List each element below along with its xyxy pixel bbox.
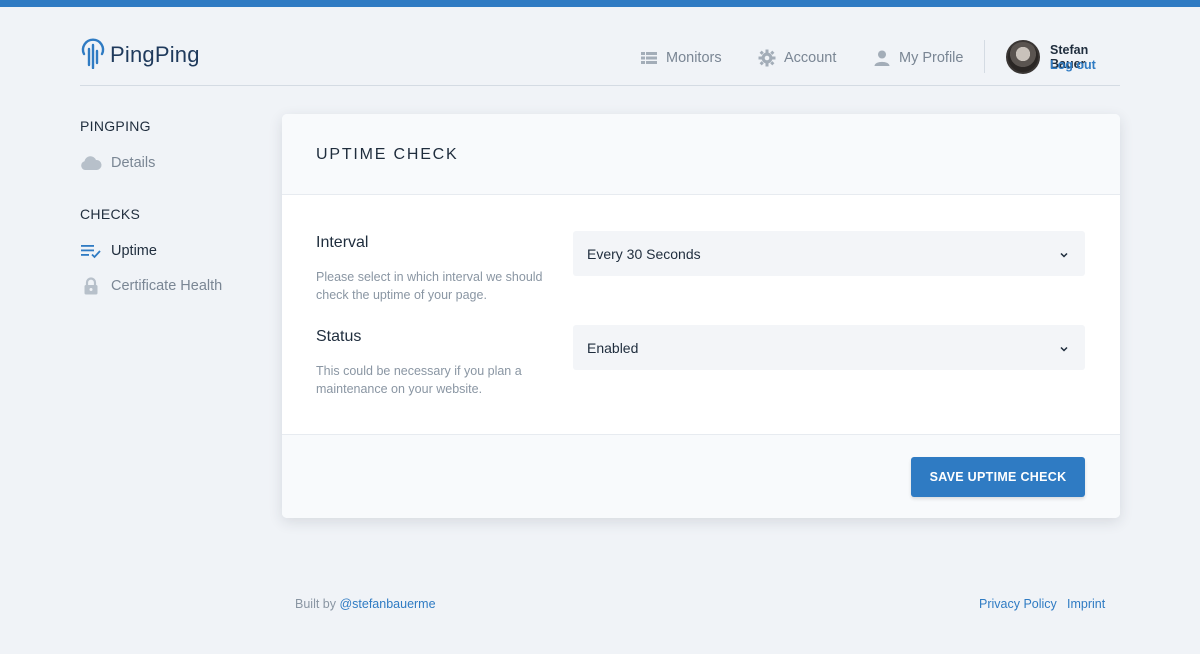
card-title: UPTIME CHECK	[316, 146, 459, 163]
status-select-value: Enabled	[587, 339, 639, 356]
nav-profile-label: My Profile	[899, 50, 964, 66]
card-footer: SAVE UPTIME CHECK	[282, 434, 1120, 518]
footer-credit: Built by @stefanbauerme	[295, 597, 436, 611]
privacy-policy-link[interactable]: Privacy Policy	[979, 597, 1057, 611]
lock-icon	[80, 277, 102, 295]
sidebar-item-details-label: Details	[111, 155, 156, 171]
author-link[interactable]: @stefanbauerme	[339, 597, 435, 611]
header: PingPing Monitors Account My Profile Ste…	[80, 7, 1120, 86]
chevron-down-icon	[1059, 341, 1069, 352]
nav-monitors-label: Monitors	[666, 50, 722, 66]
cloud-icon	[80, 154, 102, 172]
list-grid-icon	[640, 49, 658, 67]
nav-profile[interactable]: My Profile	[873, 47, 963, 69]
status-help: This could be necessary if you plan a ma…	[316, 364, 522, 396]
save-uptime-check-button[interactable]: SAVE UPTIME CHECK	[911, 457, 1085, 497]
nav-account-label: Account	[784, 50, 837, 66]
nav-monitors-link[interactable]: Monitors	[640, 49, 722, 67]
avatar[interactable]	[1006, 40, 1040, 74]
logout-link[interactable]: Log out	[1050, 58, 1096, 72]
sidebar-item-uptime[interactable]: Uptime	[80, 240, 157, 262]
uptime-check-card: UPTIME CHECK Interval Please select in w…	[282, 114, 1120, 518]
sidebar-heading-pingping: PINGPING	[80, 118, 151, 134]
nav-monitors[interactable]: Monitors	[640, 47, 722, 69]
status-label: Status	[316, 328, 362, 345]
interval-select[interactable]: Every 30 Seconds	[573, 231, 1085, 276]
interval-label: Interval	[316, 234, 369, 251]
checklist-icon	[80, 242, 102, 260]
user-icon	[873, 49, 891, 67]
logo[interactable]: PingPing	[80, 37, 200, 74]
ping-signal-icon	[80, 37, 106, 74]
interval-select-value: Every 30 Seconds	[587, 245, 701, 262]
nav-account-link[interactable]: Account	[758, 49, 836, 67]
sidebar-item-details[interactable]: Details	[80, 152, 155, 174]
sidebar-heading-checks: CHECKS	[80, 206, 141, 222]
logo-text: PingPing	[110, 42, 200, 67]
footer-credit-prefix: Built by	[295, 597, 340, 611]
nav-profile-link[interactable]: My Profile	[873, 49, 963, 67]
sidebar-item-uptime-label: Uptime	[111, 243, 157, 259]
top-accent-bar	[0, 0, 1200, 7]
sidebar-item-certificate-health-label: Certificate Health	[111, 278, 223, 294]
nav-account[interactable]: Account	[758, 47, 836, 69]
imprint-link[interactable]: Imprint	[1067, 597, 1105, 611]
interval-help: Please select in which interval we shoul…	[316, 270, 543, 302]
gear-icon	[758, 49, 776, 67]
status-select[interactable]: Enabled	[573, 325, 1085, 370]
card-header: UPTIME CHECK	[282, 114, 1120, 195]
chevron-down-icon	[1059, 247, 1069, 258]
sidebar-item-certificate-health[interactable]: Certificate Health	[80, 275, 222, 297]
header-divider	[984, 40, 985, 73]
